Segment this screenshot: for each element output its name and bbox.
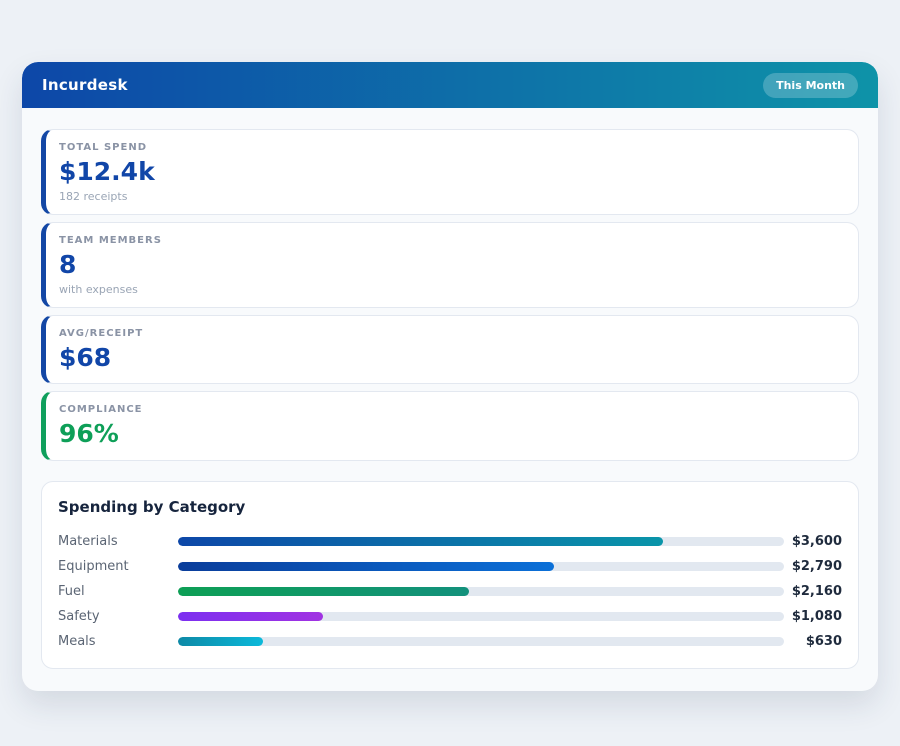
category-label: Fuel [58, 584, 85, 599]
value-label: $2,790 [791, 559, 842, 574]
stat-card-total-spend: TOTAL SPEND $12.4k 182 receipts [41, 129, 859, 215]
stat-card-avg-receipt: AVG/RECEIPT $68 [41, 314, 859, 385]
spending-by-category-card: Spending by Category Materials $3,600 Eq… [41, 481, 859, 669]
stat-label: TOTAL SPEND [59, 142, 147, 153]
bar-track [178, 562, 784, 571]
bar-track [178, 537, 784, 546]
bar-fill-equipment [178, 562, 554, 571]
chart-row-equipment: Equipment $2,790 [58, 554, 842, 579]
bar-fill-safety [178, 612, 324, 621]
stat-label: AVG/RECEIPT [59, 327, 144, 339]
chart-row-safety: Safety $1,080 [58, 604, 842, 629]
bar-fill-materials [178, 537, 663, 546]
stat-subtext: with expenses [59, 282, 138, 296]
bar-track [178, 637, 784, 646]
stat-card-team-members: TEAM MEMBERS 8 with expenses [41, 221, 859, 308]
category-label: Equipment [58, 559, 129, 574]
bar-track [178, 587, 784, 596]
stat-value: 96% [59, 419, 119, 449]
stat-subtext: 182 receipts [59, 189, 128, 203]
stat-label: TEAM MEMBERS [59, 234, 162, 246]
bar-fill-meals [178, 637, 263, 646]
category-label: Meals [58, 634, 96, 649]
chart-row-fuel: Fuel $2,160 [58, 579, 842, 604]
app-header: Incurdesk This Month [22, 62, 878, 108]
stat-value: $12.4k [59, 157, 155, 186]
chart-title: Spending by Category [58, 498, 246, 516]
app-title: Incurdesk [42, 76, 128, 94]
value-label: $3,600 [791, 534, 842, 549]
value-label: $1,080 [791, 609, 842, 624]
chart-row-materials: Materials $3,600 [58, 529, 842, 554]
category-label: Safety [58, 609, 100, 624]
value-label: $2,160 [791, 584, 842, 599]
panel-body: TOTAL SPEND $12.4k 182 receipts TEAM MEM… [22, 108, 878, 691]
dashboard-panel: Incurdesk This Month TOTAL SPEND $12.4k … [22, 62, 878, 691]
stat-value: $68 [59, 342, 112, 372]
category-label: Materials [58, 534, 118, 549]
bar-track [178, 612, 784, 621]
stat-value: 8 [59, 249, 77, 279]
value-label: $630 [805, 634, 842, 649]
stat-card-compliance: COMPLIANCE 96% [41, 391, 859, 461]
bar-fill-fuel [178, 587, 469, 596]
period-badge[interactable]: This Month [763, 72, 858, 98]
chart-row-meals: Meals $630 [58, 629, 842, 654]
stat-label: COMPLIANCE [59, 404, 143, 416]
